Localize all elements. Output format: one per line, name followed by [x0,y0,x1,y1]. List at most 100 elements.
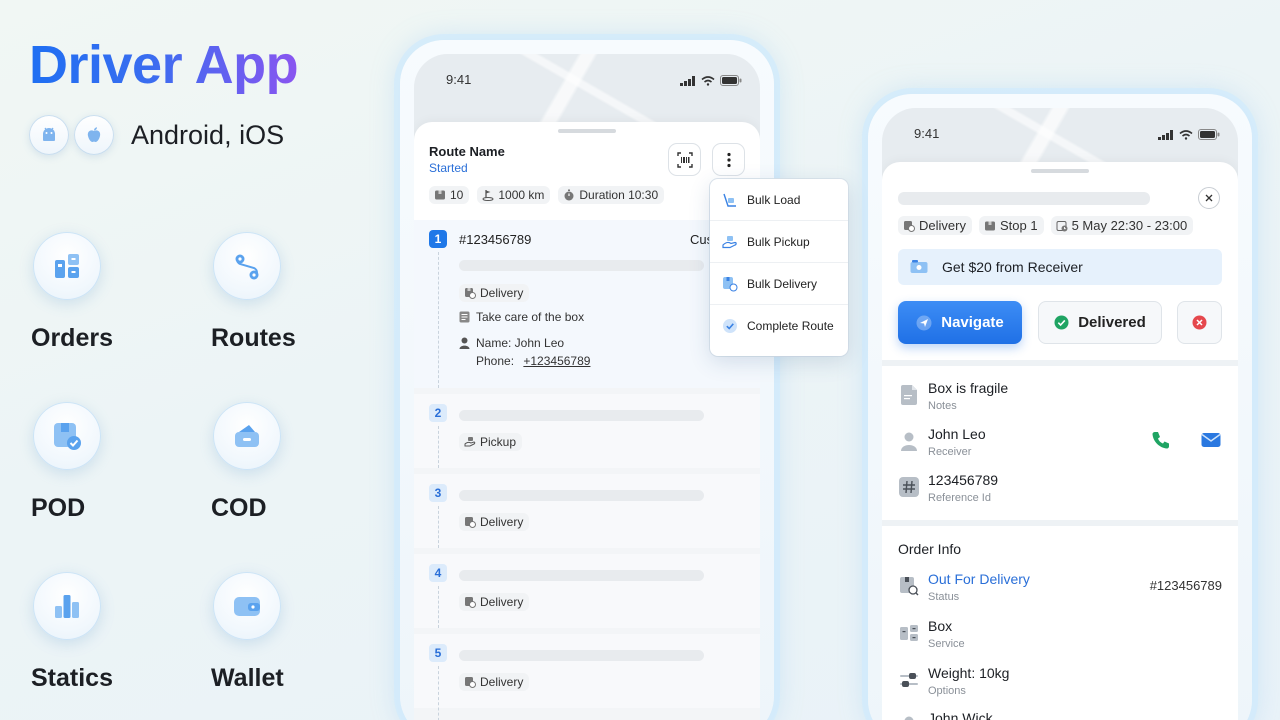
stop-type: Delivery [480,675,524,689]
phone-prefix: Phone: [476,354,518,368]
distance-value: 1000 km [498,188,545,202]
status-label: Status [928,591,960,603]
delivered-button[interactable]: Delivered [1038,301,1162,344]
receiver-label: Receiver [928,446,972,458]
cod-icon [213,402,281,470]
wifi-icon [701,75,715,86]
order-number: #123456789 [459,232,532,247]
status-bar: 9:41 [414,72,760,92]
sheet-grabber[interactable] [558,129,616,133]
close-button[interactable] [1198,187,1220,209]
distance-chip: 1000 km [477,186,551,204]
delivery-icon [465,288,476,299]
delivery-chip: Delivery [459,673,530,691]
routes-icon [213,232,281,300]
menu-bulk-delivery[interactable]: Bulk Delivery [710,263,848,305]
navigate-label: Navigate [941,314,1004,331]
failed-delivery-button[interactable] [1177,301,1222,344]
service-label: Service [928,638,965,650]
feature-label: Routes [211,324,296,352]
person-icon [898,714,920,720]
wallet-icon [213,572,281,640]
barcode-icon [676,151,693,168]
hash-icon [898,476,920,498]
stop-item[interactable]: 3 Delivery [414,474,760,548]
more-vertical-icon [726,152,731,167]
call-button[interactable] [1151,430,1171,455]
feature-label: Orders [31,324,113,352]
stopwatch-icon [564,189,574,201]
loading-placeholder [898,192,1150,205]
stop-number: 5 [429,644,447,662]
route-screen: 9:41 Route Name Started 10 1000 km Durat… [414,54,760,720]
stop-number: 1 [429,230,447,248]
route-line [438,666,439,720]
menu-bulk-load[interactable]: Bulk Load [710,179,848,221]
route-line [438,252,439,388]
feature-statics[interactable]: Statics [31,572,191,693]
feature-cod[interactable]: COD [211,402,371,523]
stop-list: 1 #123456789 Cus Delivery Take care of t… [414,220,760,720]
sheet-grabber[interactable] [1031,169,1089,173]
phone-link[interactable]: +123456789 [523,354,590,368]
boxes-icon [898,622,920,644]
more-options-button[interactable] [712,143,745,176]
orders-icon [33,232,101,300]
message-button[interactable] [1201,431,1221,454]
platforms-text: Android, iOS [131,119,285,150]
route-line [438,586,439,628]
box-icon [984,221,995,230]
feature-orders[interactable]: Orders [31,232,191,353]
check-circle-icon [723,319,737,333]
navigate-button[interactable]: Navigate [898,301,1022,344]
stop-item[interactable]: 4 Delivery [414,554,760,628]
feature-pod[interactable]: POD [31,402,191,523]
cod-promo-banner: Get $20 from Receiver [898,249,1222,285]
stop-item[interactable]: 2 Pickup [414,394,760,468]
route-line [438,506,439,548]
notes-label: Notes [928,400,957,412]
feature-routes[interactable]: Routes [211,232,371,353]
stop-item[interactable]: 5 Delivery [414,634,760,720]
route-options-menu: Bulk Load Bulk Pickup Bulk Delivery Comp… [710,179,848,356]
service-row: Box Service [898,618,1222,658]
phone-icon [1152,432,1169,449]
delivery-icon [465,597,476,608]
menu-complete-route[interactable]: Complete Route [710,305,848,347]
stops-count: 10 [450,188,464,202]
wifi-icon [1179,129,1193,140]
barcode-scan-button[interactable] [668,143,701,176]
duration-value: Duration 10:30 [579,188,659,202]
stop-type: Pickup [480,435,517,449]
stop-number: 3 [429,484,447,502]
stop-chip: Stop 1 [978,216,1044,235]
time-window: 5 May 22:30 - 23:00 [1071,218,1188,233]
platform-list: Android, iOS [29,115,284,155]
document-icon [898,384,920,406]
cash-icon [910,260,928,273]
order-info-title: Order Info [898,541,962,557]
stop-type: Delivery [480,595,524,609]
mail-icon [1201,433,1221,447]
cancel-circle-icon [1192,315,1207,330]
menu-bulk-pickup[interactable]: Bulk Pickup [710,221,848,263]
stop-item[interactable]: 1 #123456789 Cus Delivery Take care of t… [414,220,760,388]
calendar-clock-icon [1056,220,1068,231]
signal-icon [1158,129,1173,140]
person-icon [898,430,920,452]
android-icon [29,115,69,155]
navigation-arrow-icon [916,315,932,330]
clock: 9:41 [914,126,940,141]
statics-icon [33,572,101,640]
reference-row: 123456789 Reference Id [898,472,1222,512]
route-phone: 9:41 Route Name Started 10 1000 km Durat… [400,40,774,720]
order-sheet: Delivery Stop 1 5 May 22:30 - 23:00 Get … [882,162,1238,720]
loading-placeholder [459,650,704,661]
feature-wallet[interactable]: Wallet [211,572,371,693]
delivery-chip: Delivery [459,284,530,302]
box-icon [435,190,445,200]
receiver-row: John Leo Receiver [898,426,1222,466]
pickup-hand-icon [464,437,476,447]
stop-number: 2 [429,404,447,422]
delivered-label: Delivered [1078,314,1146,331]
